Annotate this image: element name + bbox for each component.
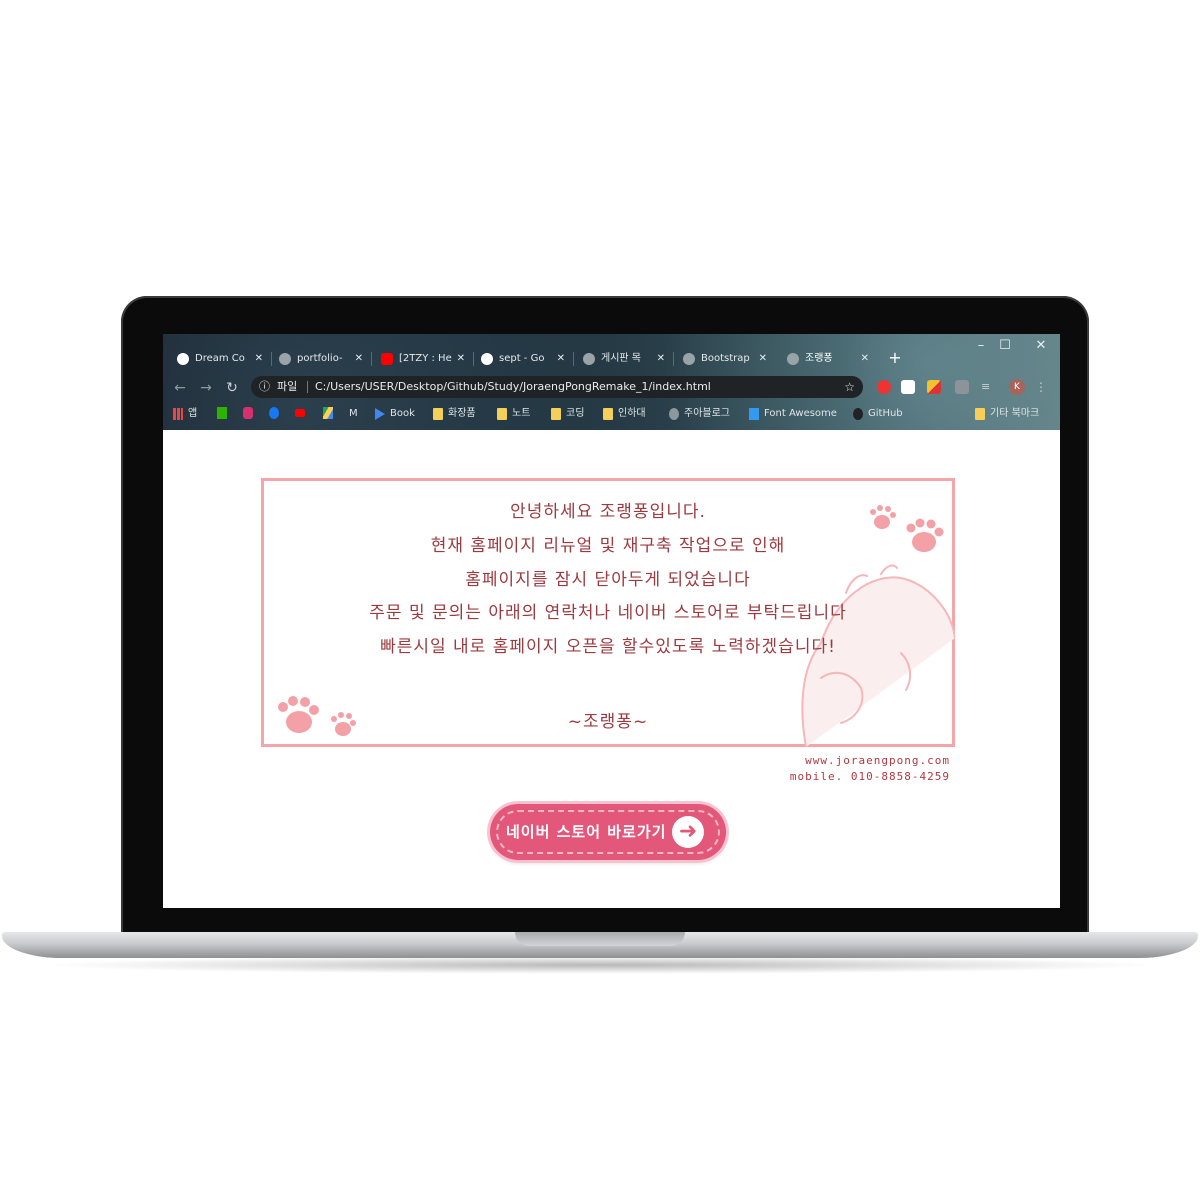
contact-mobile: mobile. 010-8858-4259 [789, 770, 950, 783]
browser-chrome: – ☐ ✕ Dream Co ✕ portfolio- ✕ [2TZY : He… [163, 334, 1060, 430]
folder-icon [975, 408, 985, 420]
close-window-icon[interactable]: ✕ [1031, 338, 1051, 353]
bookmark-facebook[interactable] [269, 406, 284, 422]
bookmark-other-folder[interactable]: 기타 북마크 [975, 406, 1039, 422]
naver-icon [217, 407, 227, 419]
globe-icon [787, 353, 799, 365]
naver-store-button[interactable]: 네이버 스토어 바로가기 ➜ [490, 804, 726, 860]
globe-icon [669, 408, 679, 420]
bookmark-folder-coding[interactable]: 코딩 [551, 406, 584, 422]
github-icon [853, 408, 863, 420]
bookmark-folder-cosmetics[interactable]: 화장품 [433, 406, 476, 422]
laptop-shadow [40, 956, 1160, 974]
omnibox-divider [307, 381, 308, 393]
bookmark-naver[interactable] [217, 406, 232, 422]
info-icon[interactable]: ⓘ [259, 376, 270, 398]
apps-grid-icon [173, 408, 183, 420]
bookmark-blog[interactable]: 주아블로그 [669, 406, 730, 422]
back-icon[interactable]: ← [171, 380, 189, 396]
tab-separator [473, 352, 474, 366]
new-tab-button[interactable]: + [885, 348, 905, 368]
extension-red-icon[interactable] [877, 380, 891, 394]
bookmark-github[interactable]: GitHub [853, 406, 903, 422]
bookmark-folder-notes[interactable]: 노트 [497, 406, 530, 422]
bookmark-folder-inha[interactable]: 인하대 [603, 406, 646, 422]
url-text[interactable]: C:/Users/USER/Desktop/Github/Study/Jorae… [315, 376, 711, 398]
reading-list-icon[interactable]: ≡ [981, 380, 995, 394]
folder-icon [603, 408, 613, 420]
bookmark-drive[interactable] [323, 406, 338, 422]
notice-line-renewal: 현재 홈페이지 리뉴얼 및 재구축 작업으로 인해 [430, 536, 786, 556]
address-bar[interactable]: ⓘ 파일 C:/Users/USER/Desktop/Github/Study/… [251, 376, 863, 398]
puzzle-icon[interactable] [955, 380, 969, 394]
folder-icon [497, 408, 507, 420]
notice-line-greeting: 안녕하세요 조랭퐁입니다. [510, 502, 706, 522]
profile-avatar[interactable]: K [1009, 379, 1025, 395]
notice-line-closed: 홈페이지를 잠시 닫아두게 되었습니다 [465, 570, 751, 590]
tab-joraengpong-active[interactable]: 조랭퐁 ✕ [787, 348, 869, 370]
notice-line-reopen: 빠른시일 내로 홈페이지 오픈을 할수있도록 노력하겠습니다! [380, 637, 836, 657]
reload-icon[interactable]: ↻ [223, 380, 241, 396]
bookmark-apps[interactable]: 앱 [173, 406, 197, 422]
laptop-screen: – ☐ ✕ Dream Co ✕ portfolio- ✕ [2TZY : He… [163, 334, 1060, 908]
file-scheme-label: 파일 [277, 380, 298, 393]
notice-line-contact: 주문 및 문의는 아래의 연락처나 네이버 스토어로 부탁드립니다 [369, 603, 847, 623]
tab-separator [673, 352, 674, 366]
folder-icon [551, 408, 561, 420]
close-tab-icon[interactable]: ✕ [355, 348, 363, 370]
notice-box: 안녕하세요 조랭퐁입니다. 현재 홈페이지 리뉴얼 및 재구축 작업으로 인해 … [261, 478, 955, 747]
google-drive-icon [323, 407, 333, 419]
arrow-right-icon: ➜ [672, 816, 704, 848]
maximize-icon[interactable]: ☐ [995, 338, 1015, 353]
extension-white-icon[interactable] [901, 380, 915, 394]
youtube-icon [381, 353, 393, 365]
play-books-icon [375, 408, 385, 420]
folder-icon [433, 408, 443, 420]
store-button-label: 네이버 스토어 바로가기 [506, 823, 667, 841]
close-tab-icon[interactable]: ✕ [557, 348, 565, 370]
tab-separator [573, 352, 574, 366]
close-tab-icon[interactable]: ✕ [759, 348, 767, 370]
youtube-icon [295, 409, 305, 417]
bookmark-book[interactable]: Book [375, 406, 415, 422]
gmail-icon: M [349, 408, 358, 419]
close-tab-icon[interactable]: ✕ [657, 348, 665, 370]
minimize-icon[interactable]: – [971, 338, 991, 353]
tab-bootstrap[interactable]: Bootstrap ✕ [683, 348, 767, 370]
tab-separator [371, 352, 372, 366]
globe-icon [583, 353, 595, 365]
notice-signature: ~조랭퐁~ [567, 712, 649, 732]
google-icon [481, 353, 493, 365]
bookmark-gmail[interactable]: M [349, 406, 358, 422]
tab-youtube[interactable]: [2TZY : He ✕ [381, 348, 465, 370]
tab-separator [271, 352, 272, 366]
forward-icon[interactable]: → [197, 380, 215, 396]
tab-portfolio[interactable]: portfolio- ✕ [279, 348, 363, 370]
facebook-icon [269, 407, 279, 419]
instagram-icon [243, 407, 253, 419]
laptop-notch [515, 932, 685, 946]
globe-icon [683, 353, 695, 365]
bookmark-instagram[interactable] [243, 406, 258, 422]
close-tab-icon[interactable]: ✕ [861, 348, 869, 370]
close-tab-icon[interactable]: ✕ [457, 348, 465, 370]
tab-google[interactable]: sept - Go ✕ [481, 348, 565, 370]
tab-dream[interactable]: Dream Co ✕ [177, 348, 263, 370]
bookmark-star-icon[interactable]: ☆ [844, 376, 855, 398]
bookmark-font-awesome[interactable]: Font Awesome [749, 406, 837, 422]
bookmark-youtube[interactable] [295, 406, 310, 422]
contact-website: www.joraengpong.com [805, 754, 950, 767]
globe-icon [279, 353, 291, 365]
close-tab-icon[interactable]: ✕ [255, 348, 263, 370]
tab-board[interactable]: 게시판 목 ✕ [583, 348, 665, 370]
menu-kebab-icon[interactable]: ⋮ [1035, 380, 1049, 394]
flag-icon [749, 408, 759, 420]
dream-favicon-icon [177, 353, 189, 365]
extension-color-icon[interactable] [927, 380, 941, 394]
